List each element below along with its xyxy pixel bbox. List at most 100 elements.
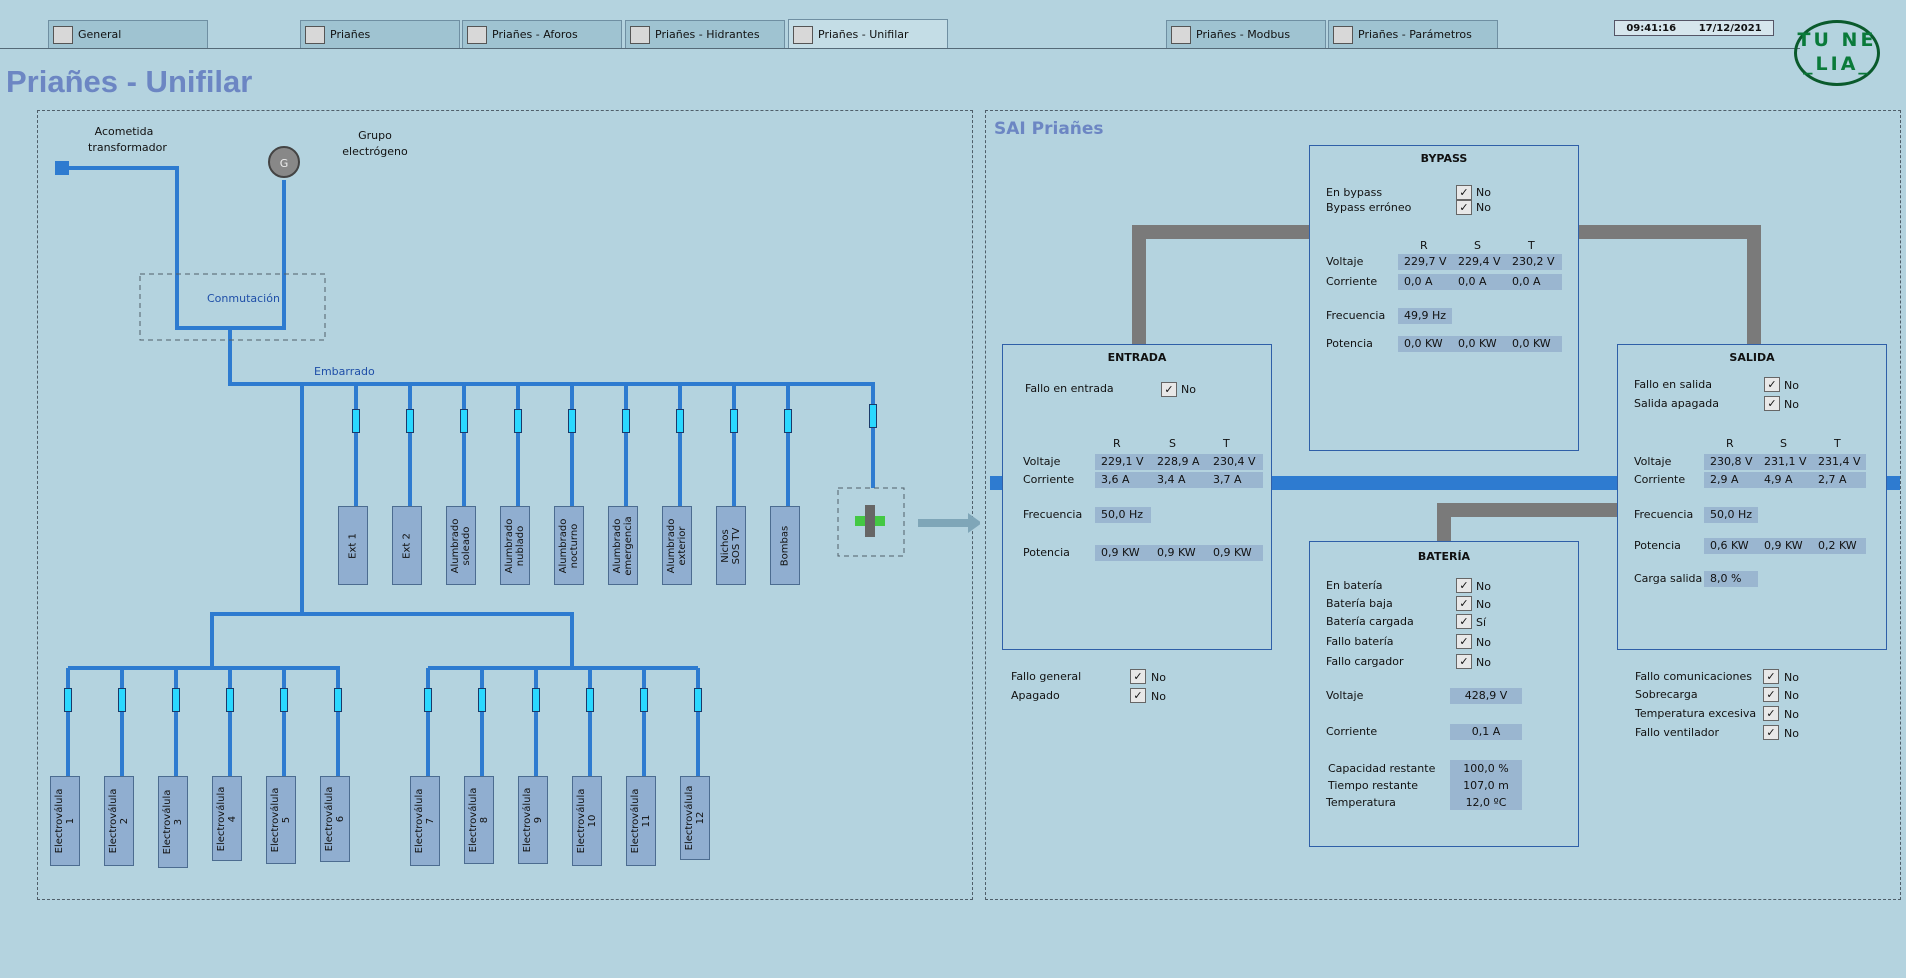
valve-5[interactable]: Electroválula 5 [266,776,296,864]
valve-3[interactable]: Electroválula 3 [158,776,188,868]
fuse-icon [280,688,288,712]
entrada-corriente-s: 3,4 A [1151,472,1207,488]
valve-4[interactable]: Electroválula 4 [212,776,242,861]
phase-s-label: S [1169,437,1176,450]
bateria-cargada-label: Batería cargada [1326,615,1414,628]
phase-r-label: R [1420,239,1428,252]
valve-10[interactable]: Electroválula 10 [572,776,602,866]
salida-voltaje-s: 231,1 V [1758,454,1812,470]
salida-potencia-t: 0,2 KW [1812,538,1866,554]
feeder-alumbrado-nocturno[interactable]: Alumbrado nocturno [554,506,584,585]
phase-r-label: R [1726,437,1734,450]
feeder-alumbrado-exterior[interactable]: Alumbrado exterior [662,506,692,585]
apagado-label: Apagado [1011,689,1060,702]
feeder-ext1[interactable]: Ext 1 [338,506,368,585]
entrada-title: ENTRADA [1107,351,1167,364]
carga-salida-label: Carga salida [1634,572,1703,585]
fuse-icon [568,409,576,433]
fuse-icon [460,409,468,433]
feeder-alumbrado-emergencia[interactable]: Alumbrado emergencia [608,506,638,585]
bateria-title: BATERÍA [1417,550,1471,563]
bypass-erroneo-value: No [1476,201,1491,214]
bypass-voltaje-s: 229,4 V [1452,254,1506,270]
feeder-bombas[interactable]: Bombas [770,506,800,585]
valve-1[interactable]: Electroválula 1 [50,776,80,866]
valve-11[interactable]: Electroválula 11 [626,776,656,866]
tab-parametros[interactable]: Priañes - Parámetros [1328,20,1498,48]
en-bypass-value: No [1476,186,1491,199]
fuse-icon [694,688,702,712]
fallo-ventilador-label: Fallo ventilador [1635,726,1720,739]
bateria-voltaje-label: Voltaje [1326,689,1364,702]
fuse-icon [334,688,342,712]
valve-12[interactable]: Electroválula 12 [680,776,710,860]
entrada-corriente-r: 3,6 A [1095,472,1151,488]
fuse-icon [478,688,486,712]
feeder-alumbrado-nublado[interactable]: Alumbrado nublado [500,506,530,585]
bypass-voltaje-r: 229,7 V [1398,254,1452,270]
feeder-ext2[interactable]: Ext 2 [392,506,422,585]
bypass-corriente-s: 0,0 A [1452,274,1506,290]
entrada-corriente-label: Corriente [1023,473,1075,486]
fallo-entrada-label: Fallo en entrada [1025,382,1114,395]
carga-salida-value: 8,0 % [1704,571,1758,587]
check-icon: ✓ [1763,687,1779,702]
valve-9[interactable]: Electroválula 9 [518,776,548,864]
check-icon: ✓ [1161,382,1177,397]
gear-icon [1333,25,1353,44]
bypass-potencia-t: 0,0 KW [1506,336,1562,352]
entrada-corriente-t: 3,7 A [1207,472,1263,488]
salida-title: SALIDA [1729,351,1775,364]
check-icon: ✓ [1130,669,1146,684]
bypass-corriente-t: 0,0 A [1506,274,1562,290]
entrada-voltaje-label: Voltaje [1023,455,1061,468]
fallo-general-label: Fallo general [1011,670,1082,683]
entrada-potencia-label: Potencia [1023,546,1070,559]
salida-frecuencia-label: Frecuencia [1634,508,1694,521]
salida-potencia-r: 0,6 KW [1704,538,1758,554]
salida-frecuencia-value: 50,0 Hz [1704,507,1758,523]
check-icon: ✓ [1456,634,1472,649]
check-icon: ✓ [1764,377,1780,392]
capacidad-label: Capacidad restante [1328,762,1436,775]
valve-6[interactable]: Electroválula 6 [320,776,350,862]
feeder-alumbrado-soleado[interactable]: Alumbrado soleado [446,506,476,585]
bypass-corriente-label: Corriente [1326,275,1378,288]
valve-7[interactable]: Electroválula 7 [410,776,440,866]
fallo-salida-label: Fallo en salida [1634,378,1712,391]
salida-voltaje-t: 231,4 V [1812,454,1866,470]
tunelia-logo: TU NE _LIA_ [1794,20,1880,86]
valve-2[interactable]: Electroválula 2 [104,776,134,866]
fuse-icon [406,409,414,433]
sobrecarga-label: Sobrecarga [1635,688,1698,701]
temperatura-excesiva-value: No [1784,708,1799,721]
en-bypass-label: En bypass [1326,186,1383,199]
en-bateria-label: En batería [1326,579,1383,592]
temperatura-value: 12,0 ºC [1465,796,1507,809]
bateria-baja-value: No [1476,598,1491,611]
check-icon: ✓ [1456,614,1472,629]
fallo-comunicaciones-label: Fallo comunicaciones [1635,670,1752,683]
feeder-nichos-sos-tv[interactable]: Nichos SOS TV [716,506,746,585]
check-icon: ✓ [1456,654,1472,669]
fuse-icon [532,688,540,712]
fuse-icon [424,688,432,712]
tab-modbus[interactable]: Priañes - Modbus [1166,20,1326,48]
fallo-ventilador-value: No [1784,727,1799,740]
phase-r-label: R [1113,437,1121,450]
salida-corriente-label: Corriente [1634,473,1686,486]
fallo-bateria-label: Fallo batería [1326,635,1394,648]
clock-date: 17/12/2021 [1698,22,1762,34]
valve-8[interactable]: Electroválula 8 [464,776,494,864]
salida-corriente-t: 2,7 A [1812,472,1866,488]
bypass-erroneo-label: Bypass erróneo [1326,201,1412,214]
entrada-potencia-s: 0,9 KW [1151,545,1207,561]
entrada-voltaje-s: 228,9 A [1151,454,1207,470]
salida-box: SALIDA Fallo en salida ✓ No Salida apaga… [1617,344,1887,650]
fallo-salida-value: No [1784,379,1799,392]
network-icon [1171,25,1191,44]
bateria-voltaje-value: 428,9 V [1450,688,1522,704]
fuse-icon [352,409,360,433]
phase-t-label: T [1528,239,1535,252]
clock: 09:41:16 17/12/2021 [1614,20,1774,36]
